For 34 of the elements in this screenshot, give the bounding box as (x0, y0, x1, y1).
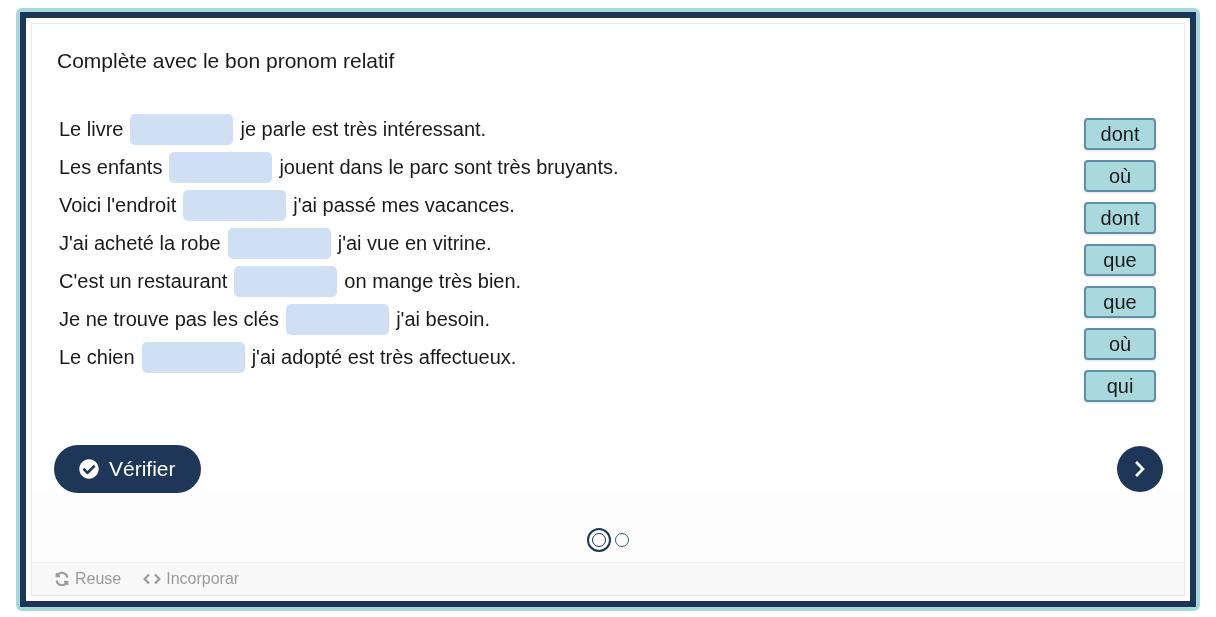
drop-zone[interactable] (234, 265, 338, 297)
drop-zone[interactable] (286, 303, 390, 335)
word-tile[interactable]: où (1084, 328, 1156, 360)
exercise-title: Complète avec le bon pronom relatif (57, 48, 396, 74)
sentence-text: C'est un restaurant (59, 269, 228, 294)
drop-zone[interactable] (141, 341, 245, 373)
drop-zone[interactable] (227, 227, 331, 259)
sentence-text: Le livre (59, 117, 124, 142)
sentence-text: Voici l'endroit (59, 193, 177, 218)
check-icon (79, 459, 99, 479)
sentence-text: j'ai besoin. (396, 307, 490, 332)
sentence-text: j'ai vue en vitrine. (337, 231, 492, 256)
check-button[interactable]: Vérifier (54, 445, 201, 493)
word-tile[interactable]: dont (1084, 118, 1156, 150)
word-tile[interactable]: dont (1084, 202, 1156, 234)
refresh-icon (54, 571, 70, 587)
sentence-text: Les enfants (59, 155, 163, 180)
sentence-text: j'ai passé mes vacances. (293, 193, 515, 218)
word-tile[interactable]: que (1084, 286, 1156, 318)
sentence-text: j'ai adopté est très affectueux. (251, 345, 517, 370)
sentence-text: J'ai acheté la robe (59, 231, 221, 256)
word-tile[interactable]: où (1084, 160, 1156, 192)
code-icon (143, 572, 162, 586)
word-tile[interactable]: qui (1084, 370, 1156, 402)
next-button[interactable] (1117, 446, 1163, 492)
sentence-text: Le chien (59, 345, 135, 370)
sentence-text: jouent dans le parc sont très bruyants. (279, 155, 619, 180)
drop-zone[interactable] (169, 151, 273, 183)
drop-zone[interactable] (183, 189, 287, 221)
sentence-text: Je ne trouve pas les clés (59, 307, 280, 332)
drop-zone[interactable] (130, 113, 234, 145)
sentence-text: je parle est très intéressant. (240, 117, 487, 142)
sentence-text: on mange très bien. (344, 269, 522, 294)
word-tile[interactable]: que (1084, 244, 1156, 276)
